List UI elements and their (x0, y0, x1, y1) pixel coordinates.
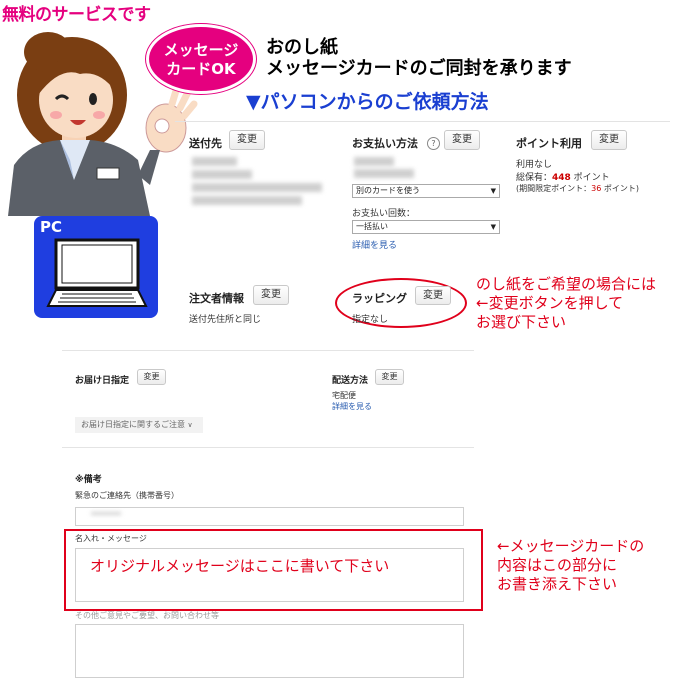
shipping-address-redacted (192, 170, 252, 179)
payment-change-button[interactable]: 変更 (444, 130, 480, 150)
chevron-down-icon: ▼ (490, 187, 496, 195)
message-card-note-line: 内容はこの部分に (497, 556, 618, 574)
payment-heading: お支払い方法 (352, 137, 418, 150)
message-card-ok-bubble: メッセージ カードOK (146, 24, 256, 94)
installment-select-value: 一括払い (356, 222, 388, 231)
message-highlight-box (64, 529, 483, 611)
delivery-method-change-button[interactable]: 変更 (375, 369, 404, 385)
points-holdings-value: 448 (552, 173, 571, 183)
orderer-value: 送付先住所と同じ (189, 315, 262, 325)
shipping-address-redacted (192, 183, 322, 192)
card-info-redacted (354, 169, 414, 178)
shipping-change-button[interactable]: 変更 (229, 130, 265, 150)
bubble-line-2: カードOK (166, 60, 236, 78)
emergency-contact-redacted (91, 512, 121, 515)
pc-label: PC (40, 218, 63, 236)
emergency-contact-label: 緊急のご連絡先（携帯番号） (75, 491, 179, 500)
points-heading: ポイント利用 (516, 137, 582, 150)
card-select[interactable]: 別のカードを使う ▼ (352, 184, 500, 198)
delivery-date-notice-label: お届け日指定に関するご注意 (81, 420, 185, 429)
points-limited-prefix: (期間限定ポイント： (516, 184, 592, 193)
delivery-method-heading: 配送方法 (332, 376, 369, 386)
wrapping-value: 指定なし (352, 315, 389, 325)
other-requests-textarea[interactable] (75, 624, 464, 678)
chevron-down-icon: ▼ (490, 223, 496, 231)
points-holdings: 総保有：448 ポイント (516, 170, 610, 183)
payment-details-link[interactable]: 詳細を見る (352, 238, 397, 251)
shipping-address-redacted (192, 157, 237, 166)
installment-select[interactable]: 一括払い ▼ (352, 220, 500, 234)
delivery-date-change-button[interactable]: 変更 (137, 369, 166, 385)
pc-badge: PC (34, 216, 158, 318)
other-requests-label: その他ご意見やご要望、お問い合わせ等 (75, 611, 219, 620)
card-info-redacted (354, 157, 394, 166)
wrapping-change-button[interactable]: 変更 (415, 286, 451, 305)
wrapping-note-line: ←変更ボタンを押して (476, 294, 624, 312)
checkout-top-divider (175, 121, 670, 122)
points-holdings-prefix: 総保有： (516, 173, 553, 183)
emergency-contact-input[interactable] (75, 507, 464, 526)
points-limited: (期間限定ポイント：36 ポイント) (516, 183, 639, 194)
banner-title-line-2: メッセージカードのご同封を承ります (266, 58, 572, 79)
installment-label: お支払い回数： (352, 209, 416, 219)
banner-subtitle: ▼パソコンからのご依頼方法 (246, 91, 489, 113)
remarks-heading: ※備考 (75, 475, 102, 485)
points-usage: 利用なし (516, 160, 553, 170)
delivery-method-value: 宅配便 (332, 391, 356, 400)
delivery-date-notice[interactable]: お届け日指定に関するご注意 ∨ (75, 417, 203, 433)
points-holdings-unit: ポイント (570, 173, 610, 183)
card-select-value: 別のカードを使う (356, 186, 420, 195)
wrapping-note: のし紙をご希望の場合には ←変更ボタンを押して お選び下さい (476, 275, 656, 332)
chevron-down-icon: ∨ (187, 421, 193, 429)
points-change-button[interactable]: 変更 (591, 130, 627, 150)
delivery-date-heading: お届け日指定 (75, 376, 130, 386)
shipping-address-redacted (192, 196, 302, 205)
points-limited-value: 36 (591, 184, 602, 193)
message-card-note-line: ←メッセージカードの (497, 537, 645, 555)
wrapping-heading: ラッピング (352, 292, 407, 305)
orderer-change-button[interactable]: 変更 (253, 285, 289, 305)
wrapping-note-line: のし紙をご希望の場合には (476, 275, 657, 293)
delivery-method-details-link[interactable]: 詳細を見る (332, 401, 372, 412)
delivery-panel-bottom-divider (62, 447, 474, 448)
wrapping-note-line: お選び下さい (476, 313, 567, 331)
orderer-heading: 注文者情報 (189, 292, 244, 305)
help-icon[interactable]: ? (427, 137, 440, 150)
bubble-line-1: メッセージ (163, 41, 239, 59)
message-card-note: ←メッセージカードの 内容はこの部分に お書き添え下さい (497, 537, 644, 594)
message-card-note-line: お書き添え下さい (497, 575, 618, 593)
laptop-icon (46, 238, 148, 307)
shipping-heading: 送付先 (189, 137, 222, 150)
points-limited-suffix: ポイント) (601, 184, 639, 193)
